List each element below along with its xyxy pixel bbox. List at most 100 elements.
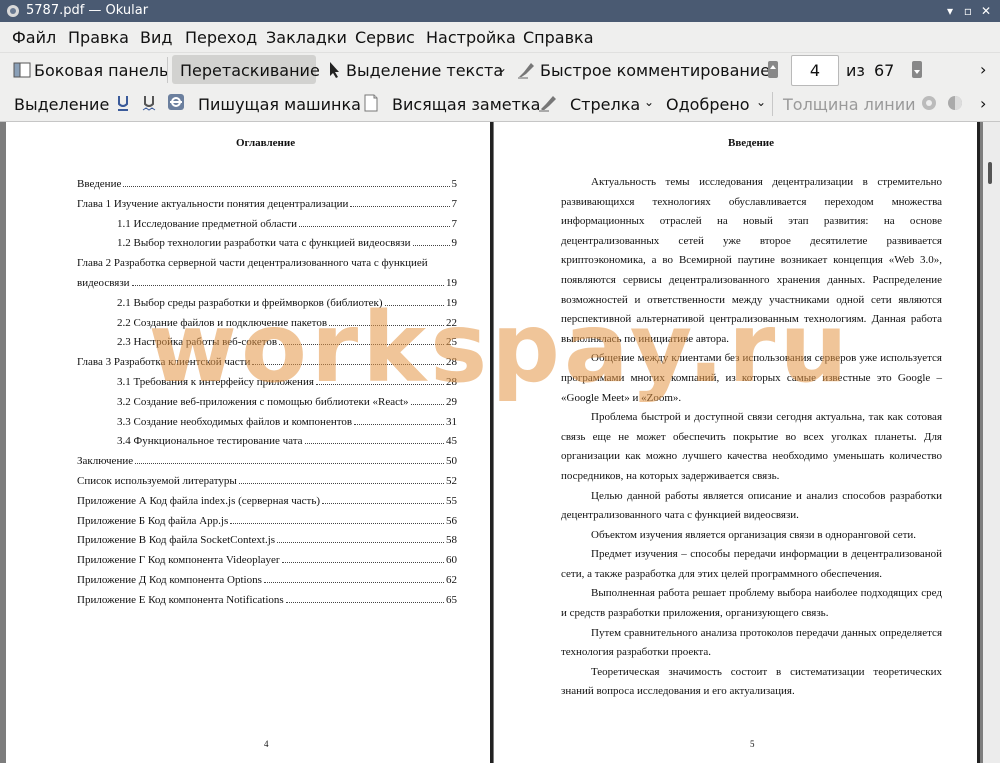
toc-dot-leader [350, 205, 450, 207]
underline-icon[interactable] [116, 94, 130, 112]
menu-go[interactable]: Переход [185, 28, 257, 47]
toc-dot-leader [329, 324, 444, 326]
menu-tools[interactable]: Сервис [355, 28, 415, 47]
menu-edit[interactable]: Правка [68, 28, 129, 47]
toc-entry[interactable]: Заключение 50 [77, 453, 457, 467]
close-icon[interactable]: ✕ [978, 3, 994, 19]
menu-settings[interactable]: Настройка [426, 28, 516, 47]
stamp-approved-tool[interactable]: Одобрено [666, 95, 750, 114]
toolbar-separator [772, 92, 773, 116]
toc-entry[interactable]: 3.2 Создание веб-приложения с помощью би… [117, 394, 457, 408]
toc-entry-page: 5 [451, 178, 458, 190]
drag-mode-button[interactable]: Перетаскивание [180, 61, 320, 80]
toc-entry[interactable]: Приложение А Код файла index.js (серверн… [77, 493, 457, 507]
toc-entry-title: 2.3 Настройка работы веб-сокетов [117, 336, 278, 349]
toc-entry-title: 1.2 Выбор технологии разработки чата с ф… [117, 237, 411, 250]
toc-entry[interactable]: Глава 3 Разработка клиентской части 28 [77, 354, 457, 368]
toc-dot-leader [238, 482, 444, 484]
chevron-down-icon-stamp[interactable]: ⌄ [756, 95, 766, 109]
toc-entry-page: 65 [446, 593, 457, 606]
chevron-down-icon[interactable]: ⌄ [497, 61, 507, 75]
scrollbar-thumb[interactable] [988, 162, 992, 184]
toc-entry-page: 28 [446, 356, 457, 369]
toc-entry-page: 50 [446, 455, 457, 468]
table-of-contents: Введение 5 Глава 1 Изучение актуальности п… [77, 176, 457, 606]
page-up-icon[interactable] [768, 61, 778, 78]
paragraph: Выполненная работа решает проблему выбор… [561, 587, 942, 620]
toc-entry[interactable]: Приложение Е Код компонента Notification… [77, 592, 457, 606]
menu-file[interactable]: Файл [12, 28, 56, 47]
pdf-page-4: Оглавление Введение 5 Глава 1 Изучение акт… [6, 122, 490, 763]
page-of-label: из [846, 61, 865, 80]
opacity-icon [948, 96, 962, 110]
toc-entry[interactable]: Глава 1 Изучение актуальности понятия де… [77, 196, 457, 210]
menu-help[interactable]: Справка [523, 28, 594, 47]
toc-entry[interactable]: 2.1 Выбор среды разработки и фреймворков… [117, 295, 457, 309]
toc-entry[interactable]: 2.3 Настройка работы веб-сокетов 25 [117, 334, 457, 348]
toc-entry-title: Глава 3 Разработка клиентской части [77, 356, 251, 369]
toc-entry[interactable]: Приложение Б Код файла App.js 56 [77, 513, 457, 527]
toc-entry[interactable]: Приложение Д Код компонента Options 62 [77, 572, 457, 586]
toc-entry-page: 55 [446, 494, 457, 507]
toc-entry-title: Глава 2 Разработка серверной части децен… [77, 257, 428, 270]
note-icon [364, 94, 378, 112]
toc-dot-leader [354, 423, 444, 425]
toc-entry-title: Приложение Б Код файла App.js [77, 514, 229, 527]
squiggle-icon[interactable] [142, 94, 156, 112]
toc-entry-page: 31 [446, 415, 457, 428]
sidebar-button[interactable]: Боковая панель [34, 61, 168, 80]
toc-entry[interactable]: Приложение Г Код компонента Videoplayer 6… [77, 552, 457, 566]
toc-dot-leader [135, 462, 444, 465]
toc-dot-leader [263, 581, 444, 583]
toc-dot-leader [277, 541, 444, 544]
toc-entry-page: 58 [446, 534, 457, 547]
toc-entry[interactable]: 3.3 Создание необходимых файлов и компон… [117, 414, 457, 428]
toc-entry-title: 3.2 Создание веб-приложения с помощью би… [117, 395, 409, 408]
window-titlebar: 5787.pdf — Okular ▾ ▫ ✕ [0, 0, 1000, 22]
toc-entry-page: 22 [446, 316, 457, 329]
toc-entry-page: 52 [446, 475, 457, 487]
toc-entry[interactable]: 2.2 Создание файлов и подключение пакето… [117, 315, 457, 329]
toc-dot-leader [412, 244, 450, 247]
selection-tool[interactable]: Выделение [14, 95, 109, 114]
toc-entry-page: 29 [446, 395, 457, 408]
toc-dot-leader [230, 522, 444, 524]
vertical-scrollbar[interactable] [983, 122, 1000, 763]
toolbar2-overflow-icon[interactable]: › [980, 94, 986, 113]
toolbar-overflow-icon[interactable]: › [980, 60, 986, 79]
toc-entry-page: 7 [451, 197, 458, 210]
menu-view[interactable]: Вид [140, 28, 172, 47]
page-number-input[interactable]: 4 [791, 55, 839, 86]
toc-entry[interactable]: 3.4 Функциональное тестирование чата 45 [117, 433, 457, 447]
toc-entry[interactable]: 3.1 Требования к интерфейсу приложения 28 [117, 374, 457, 388]
line-width-tool: Толщина линии [783, 95, 916, 114]
strikeout-icon[interactable] [167, 93, 185, 111]
toc-dot-leader [131, 284, 444, 286]
minimize-icon[interactable]: ▾ [942, 3, 958, 19]
maximize-icon[interactable]: ▫ [960, 3, 976, 19]
text-select-button[interactable]: Выделение текста [346, 61, 503, 80]
menu-bookmarks[interactable]: Закладки [266, 28, 347, 47]
menubar: Файл Правка Вид Переход Закладки Сервис … [0, 22, 1000, 52]
arrow-tool[interactable]: Стрелка [570, 95, 640, 114]
toc-dot-leader [410, 403, 444, 405]
sidebar-icon[interactable] [13, 62, 31, 78]
toc-entry[interactable]: видеосвязи 19 [77, 275, 457, 289]
sticky-note-tool[interactable]: Висящая заметка [392, 95, 540, 114]
toc-dot-leader [299, 225, 450, 227]
page-shadow [490, 122, 493, 763]
chevron-down-icon-arrow[interactable]: ⌄ [644, 95, 654, 109]
paragraph: Актуальность темы исследования децентрал… [561, 176, 942, 345]
page-down-icon[interactable] [912, 61, 922, 78]
page4-number: 4 [264, 739, 269, 749]
toc-entry[interactable]: Глава 2 Разработка серверной части децен… [77, 255, 457, 269]
page5-body: Актуальность темы исследования децентрал… [561, 173, 942, 702]
quick-comment-button[interactable]: Быстрое комментирование [540, 61, 770, 80]
toc-entry[interactable]: Список используемой литературы 52 [77, 473, 457, 487]
toc-entry[interactable]: 1.2 Выбор технологии разработки чата с ф… [117, 235, 457, 249]
toc-entry[interactable]: Приложение В Код файла SocketContext.js 5… [77, 532, 457, 546]
typewriter-tool[interactable]: Пишущая машинка [198, 95, 361, 114]
toc-entry-title: 3.3 Создание необходимых файлов и компон… [117, 415, 353, 428]
toc-entry[interactable]: Введение 5 [77, 176, 457, 190]
toc-entry[interactable]: 1.1 Исследование предметной области 7 [117, 216, 457, 230]
